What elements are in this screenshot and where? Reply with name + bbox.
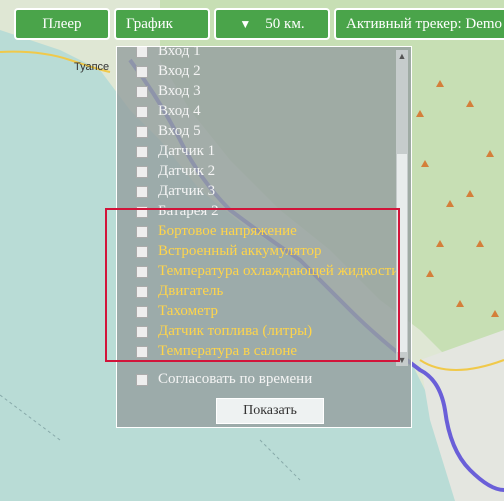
distance-dropdown[interactable]: ▼ 50 км. [214, 8, 330, 40]
sensor-panel: Вход 1 Вход 2 Вход 3 Вход 4 Вход 5 Датчи… [116, 46, 412, 428]
list-item[interactable]: Вход 5 [117, 121, 397, 141]
list-item[interactable]: Датчик 1 [117, 141, 397, 161]
list-item-label: Батарея 2 [158, 203, 219, 219]
checkbox[interactable] [136, 146, 148, 158]
list-item-label: Датчик 1 [158, 143, 216, 159]
checkbox[interactable] [136, 306, 148, 318]
checkbox[interactable] [136, 126, 148, 138]
chevron-down-icon: ▼ [239, 17, 252, 31]
checkbox[interactable] [136, 374, 148, 386]
list-item[interactable]: Датчик 3 [117, 181, 397, 201]
list-item[interactable]: Встроенный аккумулятор [117, 241, 397, 261]
list-item[interactable]: Тахометр [117, 301, 397, 321]
checkbox[interactable] [136, 106, 148, 118]
list-item-label: Датчик 3 [158, 183, 216, 199]
list-item[interactable]: Вход 2 [117, 61, 397, 81]
list-item-label: Вход 2 [158, 63, 201, 79]
list-item-label: Бортовое напряжение [158, 223, 297, 239]
sync-time-option[interactable]: Согласовать по времени [117, 369, 397, 389]
list-item[interactable]: Датчик 2 [117, 161, 397, 181]
scroll-thumb[interactable] [397, 154, 407, 352]
list-item-label: Двигатель [158, 283, 224, 299]
list-item-label: Температура в салоне [158, 343, 298, 359]
checkbox[interactable] [136, 166, 148, 178]
checkbox[interactable] [136, 266, 148, 278]
list-item-label: Температура охлаждающей жидкости [158, 263, 400, 279]
active-tracker-button[interactable]: Активный трекер: Demo [334, 8, 504, 40]
scroll-down-icon[interactable]: ▼ [396, 354, 408, 366]
scroll-up-icon[interactable]: ▲ [396, 50, 408, 62]
sync-time-label: Согласовать по времени [158, 371, 313, 387]
checkbox[interactable] [136, 246, 148, 258]
list-item[interactable]: Бортовое напряжение [117, 221, 397, 241]
chart-button[interactable]: График [114, 8, 210, 40]
checkbox[interactable] [136, 66, 148, 78]
list-item[interactable]: Датчик топлива (литры) [117, 321, 397, 341]
list-item-label: Вход 4 [158, 103, 201, 119]
list-item[interactable]: Вход 4 [117, 101, 397, 121]
list-item[interactable]: Батарея 2 [117, 201, 397, 221]
list-item[interactable]: Температура в салоне [117, 341, 397, 361]
active-tracker-label: Активный трекер: Demo [346, 16, 503, 32]
checkbox[interactable] [136, 226, 148, 238]
distance-label: 50 км. [265, 16, 305, 32]
checkbox[interactable] [136, 286, 148, 298]
list-item[interactable]: Двигатель [117, 281, 397, 301]
checkbox[interactable] [136, 47, 148, 58]
scrollbar[interactable]: ▲ ▼ [396, 50, 408, 366]
list-item-label: Вход 5 [158, 123, 201, 139]
list-item-label: Датчик топлива (литры) [158, 323, 313, 339]
checkbox[interactable] [136, 326, 148, 338]
show-button[interactable]: Показать [216, 398, 324, 424]
list-item[interactable]: Температура охлаждающей жидкости [117, 261, 400, 281]
checkbox[interactable] [136, 86, 148, 98]
checkbox[interactable] [136, 346, 148, 358]
list-item-label: Вход 3 [158, 83, 201, 99]
map-place-label: Туапсе [74, 61, 109, 73]
list-item[interactable]: Вход 3 [117, 81, 397, 101]
list-item-label: Встроенный аккумулятор [158, 243, 322, 259]
sensor-list: Вход 1 Вход 2 Вход 3 Вход 4 Вход 5 Датчи… [117, 46, 400, 361]
player-button[interactable]: Плеер [14, 8, 110, 40]
player-button-label: Плеер [42, 16, 82, 32]
list-item-label: Тахометр [158, 303, 218, 319]
chart-button-label: График [126, 16, 173, 32]
list-item-label: Датчик 2 [158, 163, 216, 179]
checkbox[interactable] [136, 186, 148, 198]
list-item[interactable]: Вход 1 [117, 46, 397, 61]
checkbox[interactable] [136, 206, 148, 218]
list-item-label: Вход 1 [158, 46, 201, 59]
